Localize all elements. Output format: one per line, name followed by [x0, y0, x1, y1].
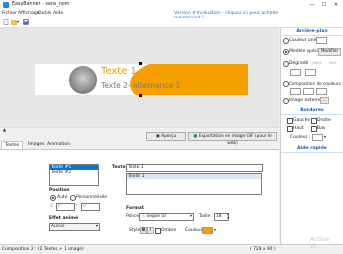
border-top-label: Haut [293, 126, 304, 131]
bg-image-browse-button[interactable]: … [320, 97, 329, 104]
minimize-button[interactable]: — [306, 1, 318, 9]
collapse-arrow-icon[interactable]: ▲ [3, 127, 6, 132]
new-file-icon[interactable] [3, 19, 9, 25]
chevron-down-icon[interactable]: ▾ [214, 227, 216, 232]
toolbar [0, 18, 343, 28]
export-label: Exportation en image GIF (pour le web) [198, 134, 272, 146]
position-auto-radio[interactable] [50, 195, 56, 201]
effect-label: Effet animé [49, 216, 79, 221]
bold-button[interactable]: B [140, 227, 147, 234]
background-header[interactable]: Arrière-plan [281, 28, 343, 36]
preview-button[interactable]: ▣ Aperçu [146, 132, 186, 141]
texts-listbox[interactable]: Texte #1 Texte #2 [49, 164, 99, 186]
bg-composition-label: Composition de couleurs [289, 81, 341, 86]
bg-uni-label: Couleur unie [289, 38, 318, 43]
shadow-label: Ombre [161, 228, 177, 233]
banner-portrait-image[interactable] [69, 66, 97, 94]
chevron-down-icon[interactable]: ▾ [324, 134, 326, 139]
menu-bar [0, 10, 343, 18]
y-label: Y : [75, 204, 81, 209]
effect-select[interactable]: Aucun ▾ [49, 223, 100, 231]
windows-activation-watermark: Activer W... [310, 236, 332, 250]
text-alternance-list[interactable]: Texte 1 [126, 173, 262, 195]
composition-swatch-3[interactable] [316, 88, 327, 95]
gradient-vertical-label: Vert. [329, 61, 338, 65]
composition-swatch-1[interactable] [290, 88, 301, 95]
window-title: EasyBanner - sans_nom [12, 2, 70, 7]
borders-header[interactable]: Bordures [281, 107, 343, 115]
bg-gradient-label: Dégradé [289, 61, 309, 66]
menu-affichage[interactable]: Affichage [18, 11, 40, 16]
modify-button[interactable]: Modifier [318, 48, 341, 56]
resize-handle-bottom[interactable] [139, 94, 142, 97]
position-auto-label: Auto [57, 195, 68, 200]
app-icon [3, 2, 9, 8]
format-label: Format [126, 206, 145, 211]
bg-image-label: Image externe [289, 98, 322, 103]
gradient-color2-swatch[interactable] [305, 69, 316, 76]
effect-value: Aucun [51, 224, 65, 229]
banner-text-1[interactable]: Texte 1 [101, 66, 137, 77]
save-icon[interactable] [23, 19, 29, 25]
menu-aide[interactable]: Aide [53, 11, 63, 16]
list-item[interactable]: Texte #2 [50, 170, 98, 175]
border-bottom-label: Bas [317, 126, 326, 131]
gradient-horizontal-label: Horiz. [312, 61, 323, 65]
position-label: Position [49, 188, 70, 193]
preview-label: Aperçu [161, 134, 177, 139]
export-gif-button[interactable]: ■ Exportation en image GIF (pour le web) [188, 132, 277, 146]
quick-help-header[interactable]: Aide rapide [281, 145, 343, 153]
banner-preview[interactable]: Texte 1 Texte 2- alternance 1 [35, 64, 248, 95]
size-stepper-icon[interactable]: ▴ ▾ [227, 212, 229, 220]
resize-handle-top[interactable] [139, 62, 142, 65]
chevron-down-icon: ▾ [95, 224, 98, 229]
size-label: Taille : [199, 214, 214, 219]
banner-text-2[interactable]: Texte 2- alternance 1 [101, 81, 180, 90]
menu-outils[interactable]: Outils [38, 11, 51, 16]
y-input[interactable]: 0 [81, 203, 100, 211]
text-color-swatch[interactable] [202, 227, 213, 234]
position-custom-label: Personnalisée [76, 195, 108, 200]
maximize-button[interactable]: ☐ [318, 1, 330, 9]
font-value: Segoe UI [146, 214, 166, 219]
border-right-label: Droite [317, 118, 331, 123]
gradient-color1-swatch[interactable] [290, 69, 301, 76]
border-left-label: Gauche [293, 118, 311, 123]
bg-uni-color-swatch[interactable] [316, 37, 327, 44]
font-select[interactable]: ⓣ Segoe UI ▾ [139, 213, 194, 221]
composition-swatch-2[interactable] [303, 88, 314, 95]
tab-animation[interactable]: Animation [44, 141, 73, 149]
italic-button[interactable]: I [147, 227, 154, 234]
close-button[interactable]: ✕ [330, 1, 342, 9]
chevron-down-icon: ▾ [189, 214, 192, 219]
list-item[interactable]: Texte 1 [127, 174, 261, 179]
border-color-swatch[interactable] [312, 134, 323, 141]
x-input[interactable]: 0 [56, 203, 75, 211]
menu-fichier[interactable]: Fichier [2, 11, 17, 16]
border-color-label: Couleur : [290, 135, 311, 140]
text-input[interactable]: Texte 1 [126, 164, 263, 172]
banner-orange-shape [130, 64, 248, 95]
